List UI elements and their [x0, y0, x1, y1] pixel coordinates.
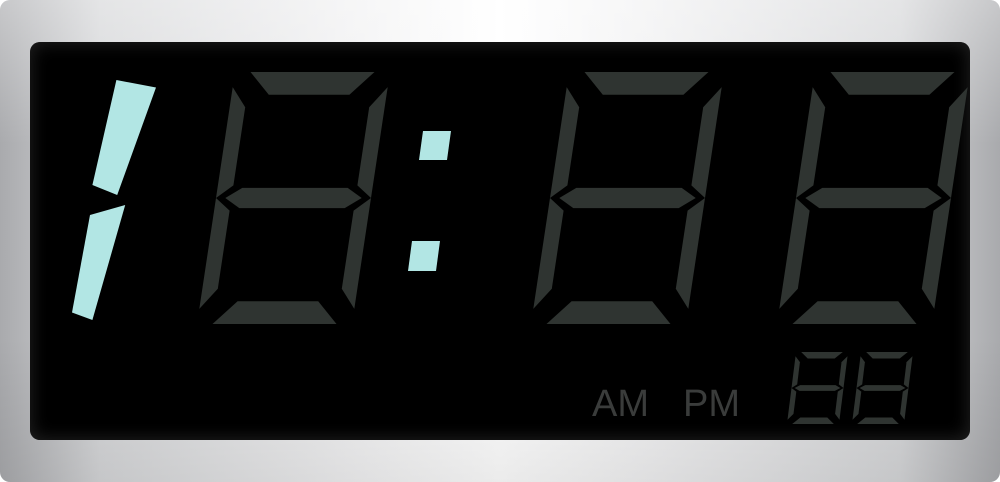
digit-minute-ones — [779, 72, 968, 324]
segment-e — [779, 198, 810, 309]
segment-f — [856, 356, 865, 388]
clock-display: AM PM — [72, 72, 968, 425]
segment-b — [357, 87, 388, 198]
pm-label: PM — [683, 383, 740, 425]
segment-b — [92, 80, 156, 195]
segment-c — [835, 388, 844, 420]
segment-a — [866, 352, 908, 359]
segment-f — [550, 87, 580, 198]
segment-e — [533, 198, 564, 309]
segment-g — [559, 187, 696, 209]
digit-minute-tens — [533, 72, 722, 324]
segment-b — [903, 356, 913, 388]
segment-d — [546, 301, 671, 324]
digit-second-ones — [852, 352, 913, 424]
segment-d — [792, 417, 834, 424]
segment-c — [675, 198, 705, 309]
segment-b — [838, 356, 848, 388]
digit-hour-tens — [72, 80, 156, 320]
segment-c — [921, 198, 951, 309]
segment-c — [341, 198, 371, 309]
segment-a — [801, 352, 843, 359]
digit-second-tens — [787, 352, 848, 424]
colon-bottom-dot — [408, 241, 440, 271]
digits-group — [72, 72, 968, 424]
segment-e — [852, 388, 862, 420]
segment-e — [787, 388, 797, 420]
segment-f — [791, 356, 800, 388]
segment-b — [937, 87, 968, 198]
segment-a — [584, 72, 709, 95]
colon-top-dot — [419, 131, 451, 160]
segment-a — [250, 72, 375, 95]
segment-d — [792, 301, 917, 324]
segment-f — [796, 87, 826, 198]
am-label: AM — [592, 383, 649, 425]
segment-c — [72, 205, 126, 320]
segment-d — [212, 301, 337, 324]
colon — [408, 131, 451, 271]
segment-c — [900, 388, 909, 420]
segment-g — [859, 385, 906, 391]
segment-b — [691, 87, 722, 198]
segment-a — [830, 72, 955, 95]
am-pm-indicator: AM PM — [592, 383, 740, 425]
segment-f — [216, 87, 246, 198]
segment-g — [225, 187, 362, 209]
segment-e — [199, 198, 230, 309]
segment-d — [857, 417, 899, 424]
digit-hour-ones — [199, 72, 388, 324]
segment-g — [805, 187, 942, 209]
segment-g — [794, 385, 841, 391]
